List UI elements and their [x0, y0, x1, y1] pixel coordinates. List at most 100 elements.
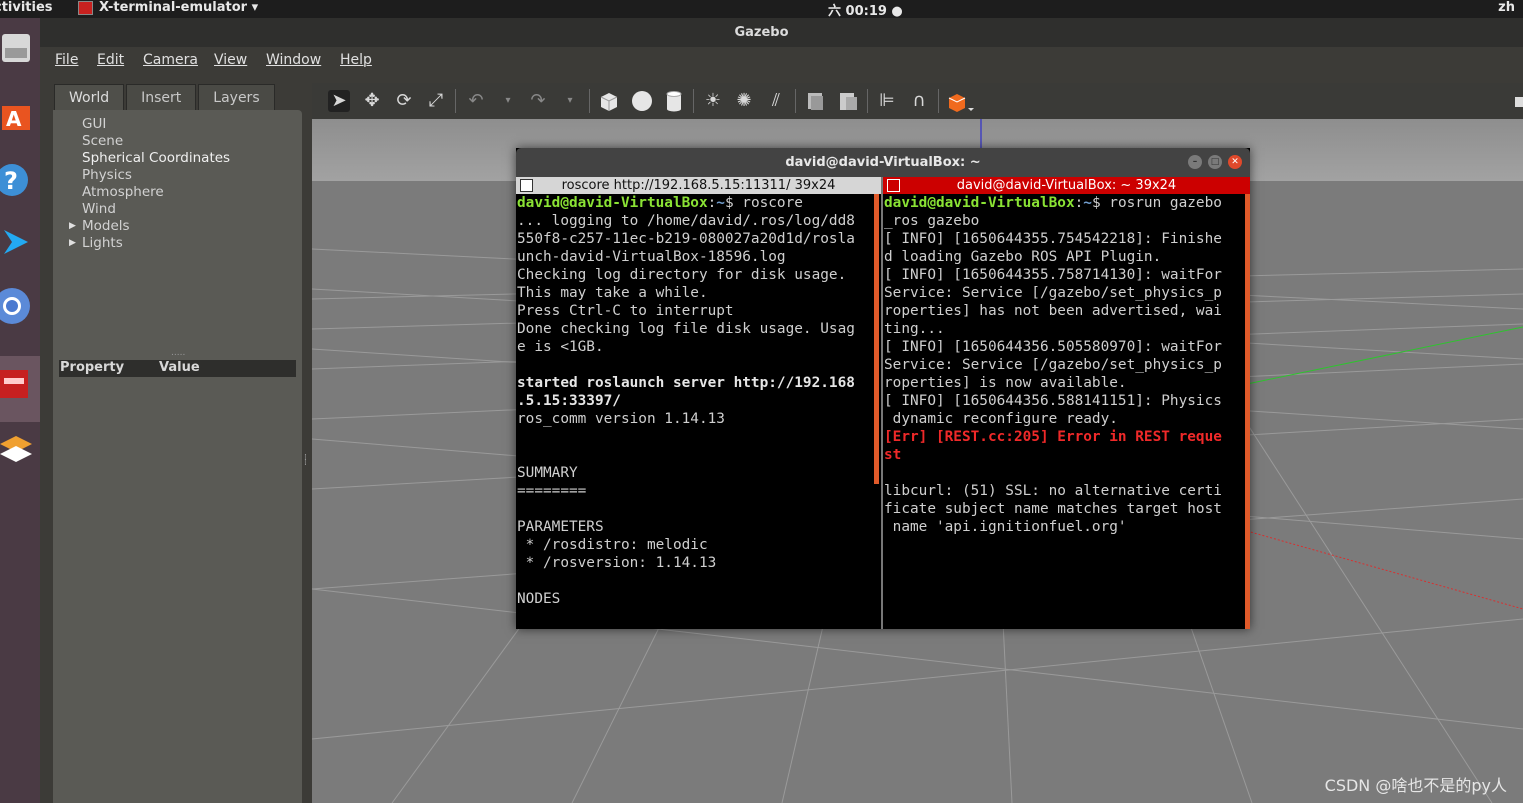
input-language-indicator[interactable]: zh: [1498, 0, 1515, 15]
output-line: ting...: [884, 321, 945, 337]
paste-icon[interactable]: [837, 90, 859, 112]
output-line: Press Ctrl-C to interrupt: [517, 303, 734, 319]
output-line: Service: Service [/gazebo/set_physics_p: [884, 285, 1222, 301]
rotate-icon[interactable]: ⟳: [393, 90, 415, 112]
splitter-handle[interactable]: .....: [171, 348, 185, 358]
cylinder-icon[interactable]: [663, 90, 685, 112]
property-table-header: Property Value: [59, 360, 296, 377]
terminal-title-bar[interactable]: david@david-VirtualBox: ~ – □ ✕: [516, 148, 1250, 177]
tree-item-models[interactable]: Models: [82, 218, 130, 234]
menu-help[interactable]: Help: [340, 52, 372, 68]
align-icon[interactable]: ⊫: [876, 90, 898, 112]
window-title-bar: Gazebo: [0, 18, 1523, 47]
error-line: [Err] [REST.cc:205] Error in REST reque: [884, 429, 1222, 445]
output-line: * /rosversion: 1.14.13: [517, 555, 717, 571]
activities-button[interactable]: ctivities: [0, 0, 53, 15]
translate-icon[interactable]: ✥: [361, 90, 383, 112]
left-panel: World Insert Layers GUI Scene Spherical …: [40, 76, 312, 803]
tree-item-lights[interactable]: Lights: [82, 235, 123, 251]
clock[interactable]: 六 00:19 ●: [828, 0, 903, 19]
output-line: name 'api.ignitionfuel.org': [884, 519, 1127, 535]
tree-item-atmosphere[interactable]: Atmosphere: [82, 184, 164, 200]
menu-bar: File Edit Camera View Window Help: [40, 47, 1523, 76]
output-line: unch-david-VirtualBox-18596.log: [517, 249, 786, 265]
output-line: NODES: [517, 591, 561, 607]
help-icon[interactable]: ?: [0, 158, 34, 198]
output-line: dynamic reconfigure ready.: [884, 411, 1118, 427]
terminal-dock-icon[interactable]: [0, 356, 40, 422]
window-title: Gazebo: [734, 25, 789, 40]
pane-grid-icon[interactable]: [887, 179, 900, 192]
scrollbar-right[interactable]: [1245, 194, 1250, 629]
close-button[interactable]: ✕: [1228, 155, 1242, 169]
app-menu-label: X-terminal-emulator ▾: [99, 0, 259, 15]
tab-world[interactable]: World: [54, 84, 125, 111]
maximize-button[interactable]: □: [1208, 155, 1222, 169]
output-line: ficate subject name matches target host: [884, 501, 1222, 517]
spotlight-icon[interactable]: ✺: [733, 90, 755, 112]
dirlight-icon[interactable]: ⫽: [765, 90, 787, 112]
scrollbar-left[interactable]: [874, 194, 879, 484]
undo-icon[interactable]: ↶: [465, 90, 487, 112]
property-column-header[interactable]: Property: [60, 360, 124, 375]
tree-item-wind[interactable]: Wind: [82, 201, 116, 217]
terminal-output-right[interactable]: david@david-VirtualBox:~$ rosrun gazebo …: [883, 194, 1250, 536]
pane-grid-icon[interactable]: [520, 179, 533, 192]
redo-history-icon[interactable]: ▾: [559, 90, 581, 112]
panel-resize-handle[interactable]: ⁞ ⁞: [304, 454, 308, 468]
pane-header-right[interactable]: david@david-VirtualBox: ~ 39x24: [883, 177, 1250, 194]
pointlight-icon[interactable]: ☀: [702, 90, 724, 112]
value-column-header[interactable]: Value: [159, 360, 200, 375]
launcher-dock: A ?: [0, 18, 40, 803]
menu-camera[interactable]: Camera: [143, 52, 198, 68]
software-center-icon[interactable]: A: [0, 94, 34, 134]
pane-header-left[interactable]: roscore http://192.168.5.15:11311/ 39x24: [516, 177, 881, 194]
redo-icon[interactable]: ↷: [527, 90, 549, 112]
prompt-sep: :: [1074, 195, 1084, 211]
sphere-icon[interactable]: [631, 90, 653, 112]
box-icon[interactable]: [598, 90, 620, 112]
menu-window[interactable]: Window: [266, 52, 321, 68]
minimize-button[interactable]: –: [1188, 155, 1202, 169]
prompt-user: david@david-VirtualBox: [517, 195, 708, 211]
output-line: SUMMARY: [517, 465, 578, 481]
view-angle-icon[interactable]: [946, 90, 974, 112]
vscode-icon[interactable]: [0, 222, 34, 262]
output-line: _ros gazebo: [884, 213, 980, 229]
terminal-output-left[interactable]: david@david-VirtualBox:~$ roscore ... lo…: [516, 194, 881, 608]
output-line: [ INFO] [1650644356.588141151]: Physics: [884, 393, 1222, 409]
menu-file[interactable]: File: [55, 52, 78, 68]
layers-app-icon[interactable]: [0, 428, 34, 468]
output-line-bold: .5.15:33397/: [517, 393, 621, 409]
output-line: Checking log directory for disk usage.: [517, 267, 847, 283]
chrome-icon[interactable]: [0, 286, 34, 326]
tree-item-scene[interactable]: Scene: [82, 133, 123, 149]
terminal-pane-left[interactable]: roscore http://192.168.5.15:11311/ 39x24…: [516, 177, 881, 629]
undo-history-icon[interactable]: ▾: [497, 90, 519, 112]
output-line: 550f8-c257-11ec-b219-080027a20d1d/rosla: [517, 231, 855, 247]
scale-icon[interactable]: ⤢: [425, 90, 447, 112]
menu-edit[interactable]: Edit: [97, 52, 124, 68]
expand-arrow-icon[interactable]: ▶: [69, 221, 76, 231]
screenshot-icon[interactable]: [1511, 90, 1523, 112]
terminal-pane-right[interactable]: david@david-VirtualBox: ~ 39x24 david@da…: [883, 177, 1250, 629]
tree-item-gui[interactable]: GUI: [82, 116, 106, 132]
terminator-window[interactable]: david@david-VirtualBox: ~ – □ ✕ roscore …: [516, 148, 1250, 629]
app-menu[interactable]: X-terminal-emulator ▾: [78, 0, 258, 15]
copy-icon[interactable]: [805, 90, 827, 112]
output-line: roperties] is now available.: [884, 375, 1127, 391]
output-line: libcurl: (51) SSL: no alternative certi: [884, 483, 1222, 499]
output-line: [ INFO] [1650644356.505580970]: waitFor: [884, 339, 1222, 355]
tree-item-spherical-coordinates[interactable]: Spherical Coordinates: [82, 150, 230, 166]
prompt-path: ~: [716, 195, 725, 211]
snap-icon[interactable]: ∩: [908, 90, 930, 112]
files-icon[interactable]: [0, 28, 34, 68]
output-line: ========: [517, 483, 587, 499]
tree-item-physics[interactable]: Physics: [82, 167, 132, 183]
tab-insert[interactable]: Insert: [126, 84, 197, 111]
expand-arrow-icon[interactable]: ▶: [69, 238, 76, 248]
menu-view[interactable]: View: [214, 52, 247, 68]
select-icon[interactable]: ➤: [328, 90, 350, 112]
pane-header-left-title: roscore http://192.168.5.15:11311/ 39x24: [561, 178, 836, 193]
tab-layers[interactable]: Layers: [198, 84, 275, 111]
